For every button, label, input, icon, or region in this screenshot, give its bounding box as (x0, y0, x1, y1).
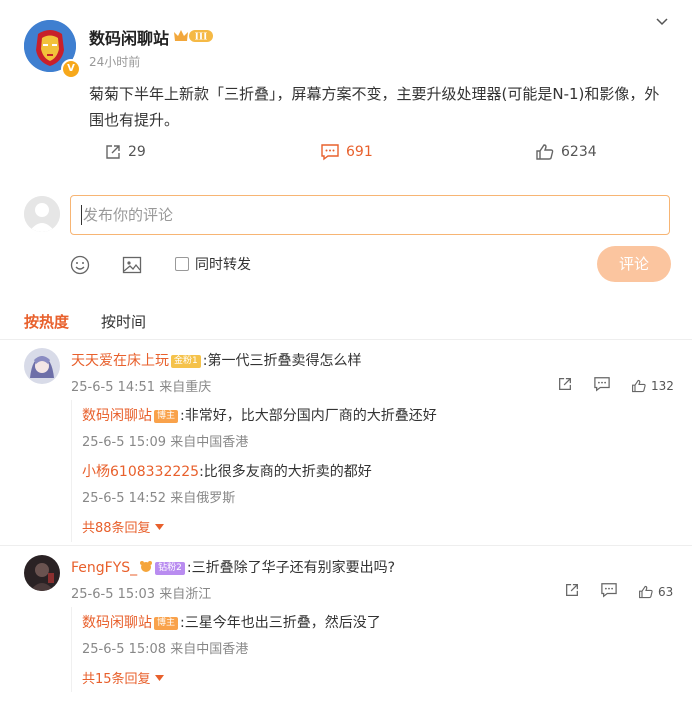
reply-text: :比很多友商的大折卖的都好 (199, 464, 372, 480)
repost-count: 29 (128, 144, 146, 160)
comment-avatar[interactable] (24, 348, 60, 384)
reply-icon[interactable] (593, 376, 611, 395)
reply-text-line: 数码闲聊站 博主:三星今年也出三折叠，然后没了 (82, 612, 381, 632)
caret-down-icon (154, 674, 164, 681)
comment-meta: 25-6-5 15:03 来自浙江 (71, 587, 212, 602)
divider (0, 545, 692, 546)
level-text: III (195, 33, 208, 43)
anime-avatar-image (24, 348, 60, 384)
share-icon[interactable] (564, 582, 580, 601)
comment-actions: 63 (564, 582, 673, 601)
comment-actions: 132 (557, 376, 674, 395)
reply-icon[interactable] (600, 582, 618, 601)
image-icon[interactable] (122, 255, 142, 279)
share-icon[interactable] (557, 376, 573, 395)
dark-portrait-avatar-image (24, 555, 60, 591)
reply-indent-bar (71, 400, 72, 542)
comment-username[interactable]: 天天爱在床上玩 (71, 353, 169, 369)
reply-meta: 25-6-5 15:09 来自中国香港 (82, 435, 249, 450)
reply-meta: 25-6-5 15:08 来自中国香港 (82, 642, 249, 657)
divider (0, 339, 692, 340)
author-badge: 博主 (154, 616, 179, 630)
comment-like-count: 132 (651, 378, 674, 393)
emoji-icon[interactable] (70, 255, 90, 279)
crown-level-badge: III (172, 28, 214, 48)
comment-like-button[interactable]: 132 (631, 378, 674, 394)
bear-icon (139, 560, 153, 576)
fan-badge: 金粉1 (171, 354, 201, 368)
verified-badge: V (61, 59, 81, 79)
comment-like-count: 63 (658, 584, 674, 599)
thumbs-up-icon (632, 379, 646, 392)
comment-icon (321, 144, 339, 161)
text-caret (81, 205, 82, 225)
comment-text: :三折叠除了华子还有别家要出吗? (186, 560, 396, 576)
more-replies-label: 共15条回复 (82, 672, 151, 687)
author-badge: 博主 (154, 409, 179, 423)
comment-text-line: 天天爱在床上玩 金粉1:第一代三折叠卖得怎么样 (71, 350, 361, 370)
reply-text: :非常好，比大部分国内厂商的大折叠还好 (180, 408, 437, 424)
reply-text-line: 小杨6108332225:比很多友商的大折卖的都好 (82, 461, 372, 481)
thumbs-up-icon (536, 144, 554, 160)
post-author-name[interactable]: 数码闲聊站 (89, 25, 169, 49)
like-count: 6234 (561, 144, 597, 160)
comment-like-button[interactable]: 63 (638, 584, 673, 600)
post-time: 24小时前 (89, 55, 141, 69)
reply-text: :三星今年也出三折叠，然后没了 (180, 615, 381, 631)
post-body-text: 菊菊下半年上新款「三折叠」，屏幕方案不变，主要升级处理器(可能是N-1)和影像，… (89, 85, 660, 129)
like-button[interactable]: 6234 (535, 143, 597, 161)
my-avatar (24, 196, 60, 232)
sort-by-hot-tab[interactable]: 按热度 (24, 311, 69, 332)
reply-username[interactable]: 数码闲聊站 (82, 615, 152, 631)
submit-comment-button[interactable]: 评论 (597, 246, 671, 282)
chevron-down-icon[interactable] (654, 14, 670, 34)
comment-meta: 25-6-5 14:51 来自重庆 (71, 380, 212, 395)
reply-username[interactable]: 数码闲聊站 (82, 408, 152, 424)
repost-checkbox-label[interactable]: 同时转发 (195, 254, 251, 274)
repost-checkbox[interactable] (175, 257, 189, 271)
repost-button[interactable]: 29 (104, 143, 146, 161)
reply-username[interactable]: 小杨6108332225 (82, 464, 199, 480)
comment-username[interactable]: FengFYS_ (71, 560, 137, 576)
more-replies-link[interactable]: 共88条回复 (82, 517, 164, 536)
more-replies-label: 共88条回复 (82, 521, 151, 536)
reply-indent-bar (71, 607, 72, 692)
fan-badge: 钻粉2 (155, 561, 185, 575)
more-replies-link[interactable]: 共15条回复 (82, 668, 164, 687)
caret-down-icon (154, 523, 164, 530)
default-user-icon (24, 196, 60, 232)
sort-by-time-tab[interactable]: 按时间 (101, 311, 146, 332)
reply-meta: 25-6-5 14:52 来自俄罗斯 (82, 491, 236, 506)
reply-text-line: 数码闲聊站 博主:非常好，比大部分国内厂商的大折叠还好 (82, 405, 437, 425)
thumbs-up-icon (639, 585, 653, 598)
share-icon (106, 145, 120, 159)
comment-button[interactable]: 691 (320, 143, 373, 161)
comment-text: :第一代三折叠卖得怎么样 (202, 353, 362, 369)
comment-count: 691 (346, 144, 373, 160)
comment-input[interactable] (70, 195, 670, 235)
comment-text-line: FengFYS_ 钻粉2:三折叠除了华子还有别家要出吗? (71, 557, 395, 577)
comment-avatar[interactable] (24, 555, 60, 591)
